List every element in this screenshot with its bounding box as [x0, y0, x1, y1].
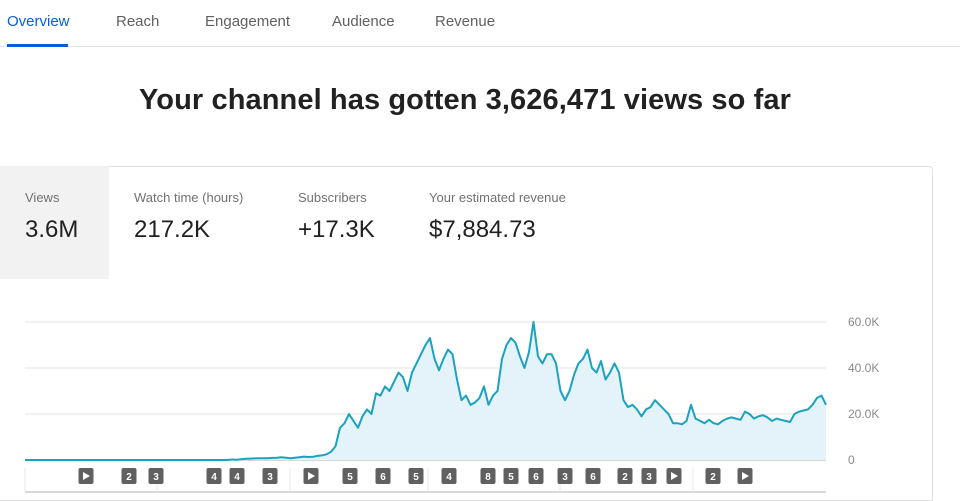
video-marker-count: 3: [562, 472, 568, 483]
metric-revenue[interactable]: Your estimated revenue $7,884.73: [404, 166, 594, 279]
video-marker-count: 5: [413, 472, 419, 483]
views-chart: 60.0K 40.0K 20.0K 0 2 3 4 4 3 5 6 5 4 8 5 6 3 6 2 3 2: [24, 315, 879, 493]
metric-label: Your estimated revenue: [429, 190, 566, 205]
video-marker-count: 2: [622, 472, 628, 483]
metric-views[interactable]: Views 3.6M: [0, 166, 109, 279]
views-area: [25, 322, 826, 460]
video-marker-count: 3: [267, 472, 273, 483]
y-tick-label: 60.0K: [848, 315, 879, 329]
video-marker-count: 6: [380, 472, 386, 483]
metric-value: 217.2K: [134, 216, 211, 243]
page-title: Your channel has gotten 3,626,471 views …: [139, 84, 791, 116]
video-marker-count: 2: [710, 472, 716, 483]
video-marker-count: 4: [211, 472, 217, 483]
active-tab-indicator: [7, 44, 68, 47]
video-marker-count: 4: [234, 472, 240, 483]
y-tick-label: 0: [848, 453, 855, 467]
metric-value: 3.6M: [25, 216, 79, 243]
tab-overview[interactable]: Overview: [7, 13, 70, 30]
metric-subscribers[interactable]: Subscribers +17.3K: [273, 166, 404, 279]
video-marker-count: 6: [590, 472, 596, 483]
y-tick-label: 20.0K: [848, 407, 879, 421]
video-marker-count: 5: [508, 472, 514, 483]
video-marker-count: 2: [126, 472, 132, 483]
video-marker-count: 3: [153, 472, 159, 483]
metric-label: Watch time (hours): [134, 190, 244, 205]
tab-engagement[interactable]: Engagement: [205, 13, 290, 30]
metric-value: +17.3K: [298, 216, 375, 243]
video-marker-count: 8: [485, 472, 491, 483]
metric-watch-time[interactable]: Watch time (hours) 217.2K: [109, 166, 273, 279]
video-marker-count: 4: [446, 472, 452, 483]
tab-bar: Overview Reach Engagement Audience Reven…: [0, 0, 960, 47]
tab-reach[interactable]: Reach: [116, 13, 159, 30]
y-tick-label: 40.0K: [848, 361, 879, 375]
video-marker-count: 6: [533, 472, 539, 483]
tab-audience[interactable]: Audience: [332, 13, 395, 30]
tab-revenue[interactable]: Revenue: [435, 13, 495, 30]
metric-value: $7,884.73: [429, 216, 536, 243]
video-marker-count: 3: [646, 472, 652, 483]
metric-label: Subscribers: [298, 190, 367, 205]
video-marker-count: 5: [347, 472, 353, 483]
metric-label: Views: [25, 190, 60, 205]
